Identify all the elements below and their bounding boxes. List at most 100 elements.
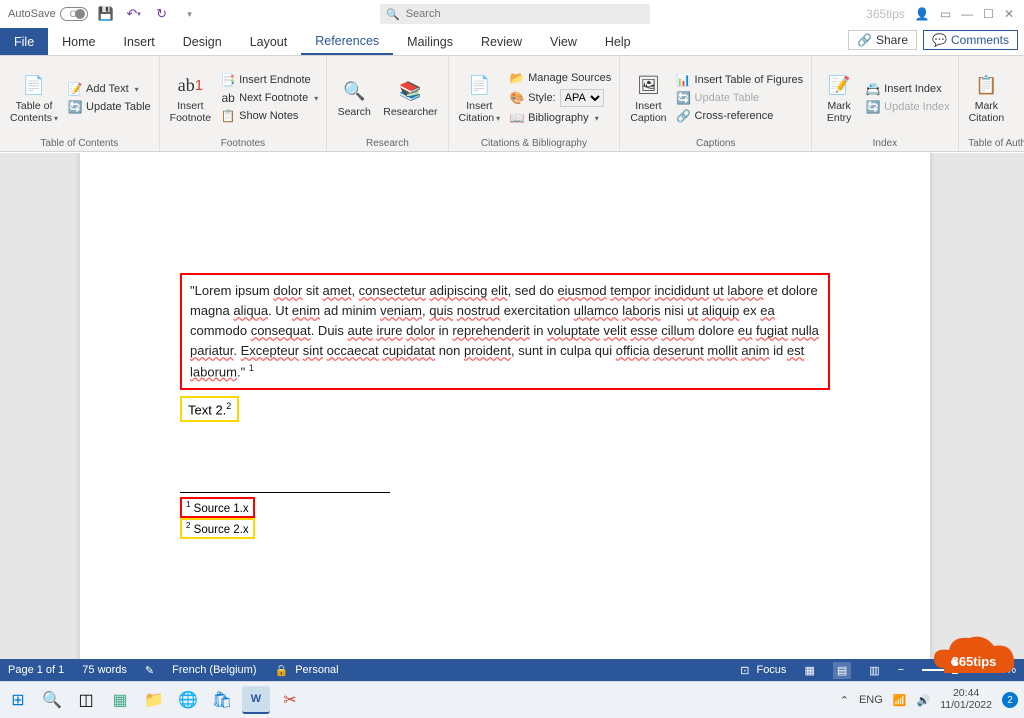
tab-references[interactable]: References: [301, 28, 393, 55]
zoom-out-icon[interactable]: −: [898, 664, 904, 676]
update-index-button[interactable]: 🔄Update Index: [864, 99, 951, 115]
brand-label: 365tips: [866, 7, 905, 21]
comments-button[interactable]: 💬Comments: [923, 30, 1018, 50]
group-captions: 🖼Insert Caption 📊Insert Table of Figures…: [620, 56, 812, 151]
next-footnote-button[interactable]: abNext Footnote: [219, 90, 320, 106]
add-text-icon: 📝: [68, 82, 82, 96]
undo-icon[interactable]: ↶▾: [126, 6, 142, 22]
mark-citation-button[interactable]: 📋Mark Citation: [965, 60, 1009, 136]
qat-dropdown-icon[interactable]: ▾: [182, 6, 198, 22]
update-toc-button[interactable]: 🔄Update Table: [66, 99, 153, 115]
language-indicator[interactable]: French (Belgium): [172, 664, 256, 676]
wifi-icon[interactable]: 📶: [893, 694, 907, 707]
autosave-toggle[interactable]: AutoSave Off: [8, 7, 82, 21]
taskview-icon[interactable]: ◫: [72, 686, 100, 714]
tab-review[interactable]: Review: [467, 28, 536, 55]
taskbar-search-icon[interactable]: 🔍: [38, 686, 66, 714]
update-icon: 🔄: [68, 100, 82, 114]
bibliography-button[interactable]: 📖Bibliography: [508, 110, 613, 126]
store-icon[interactable]: 🛍: [208, 686, 236, 714]
word-icon[interactable]: W: [242, 686, 270, 714]
tab-help[interactable]: Help: [591, 28, 645, 55]
widgets-icon[interactable]: ▦: [106, 686, 134, 714]
cross-reference-button[interactable]: 🔗Cross-reference: [675, 108, 806, 124]
web-layout-icon[interactable]: ▥: [869, 664, 879, 677]
group-index: 📝Mark Entry 📇Insert Index 🔄Update Index …: [812, 56, 958, 151]
tray-datetime[interactable]: 20:4411/01/2022: [940, 688, 992, 711]
spellcheck-icon[interactable]: ✎: [145, 664, 154, 677]
print-layout-icon[interactable]: ▤: [833, 662, 851, 679]
snip-icon[interactable]: ✂: [276, 686, 304, 714]
tray-lang[interactable]: ENG: [859, 694, 883, 706]
tab-file[interactable]: File: [0, 28, 48, 55]
show-notes-button[interactable]: 📋Show Notes: [219, 108, 320, 124]
tab-layout[interactable]: Layout: [236, 28, 302, 55]
volume-icon[interactable]: 🔊: [917, 694, 931, 707]
insert-citation-button[interactable]: 📄Insert Citation: [455, 60, 505, 136]
taskbar: ⊞ 🔍 ◫ ▦ 📁 🌐 🛍 W ✂ ⌃ ENG 📶 🔊 20:4411/01/2…: [0, 681, 1024, 718]
caption-icon: 🖼: [634, 71, 662, 99]
tray-chevron-icon[interactable]: ⌃: [840, 694, 849, 707]
group-toa: 📋Mark Citation 📑 Table of Authoriti...: [959, 56, 1024, 151]
group-citations: 📄Insert Citation 📂Manage Sources 🎨Style:…: [449, 56, 621, 151]
personal-label[interactable]: 🔒Personal: [275, 664, 339, 677]
ribbon-tabs: File Home Insert Design Layout Reference…: [0, 28, 1024, 56]
account-icon[interactable]: 👤: [915, 7, 930, 21]
footnote-2: 2 Source 2.x: [180, 518, 255, 539]
svg-text:365tips: 365tips: [952, 654, 997, 669]
add-text-button[interactable]: 📝Add Text: [66, 81, 153, 97]
search-icon: 🔍: [386, 8, 400, 21]
maximize-icon[interactable]: ☐: [983, 7, 994, 21]
word-count[interactable]: 75 words: [82, 664, 127, 676]
tab-view[interactable]: View: [536, 28, 591, 55]
focus-mode[interactable]: ⊡Focus: [740, 664, 786, 677]
update-captions-button[interactable]: 🔄Update Table: [675, 90, 806, 106]
citation-style-select[interactable]: 🎨Style:APA: [508, 88, 613, 108]
save-icon[interactable]: 💾: [98, 6, 114, 22]
style-dropdown[interactable]: APA: [560, 89, 604, 107]
ribbon-options-icon[interactable]: ▭: [940, 7, 951, 21]
share-button[interactable]: 🔗Share: [848, 30, 917, 50]
paragraph-1-highlight: "Lorem ipsum dolor sit amet, consectetur…: [180, 273, 830, 390]
page-indicator[interactable]: Page 1 of 1: [8, 664, 64, 676]
ribbon: 📄Table of Contents 📝Add Text 🔄Update Tab…: [0, 56, 1024, 152]
insert-index-button[interactable]: 📇Insert Index: [864, 81, 951, 97]
toc-icon: 📄: [20, 71, 48, 99]
tof-icon: 📊: [677, 73, 691, 87]
autosave-label: AutoSave: [8, 8, 56, 20]
tab-home[interactable]: Home: [48, 28, 109, 55]
manage-sources-button[interactable]: 📂Manage Sources: [508, 70, 613, 86]
tab-mailings[interactable]: Mailings: [393, 28, 467, 55]
tab-design[interactable]: Design: [169, 28, 236, 55]
insert-toa-button[interactable]: 📑: [1012, 60, 1024, 136]
researcher-button[interactable]: 📚Researcher: [379, 60, 441, 136]
search-input[interactable]: [406, 8, 644, 20]
edge-icon[interactable]: 🌐: [174, 686, 202, 714]
tab-insert[interactable]: Insert: [110, 28, 169, 55]
notifications-icon[interactable]: 2: [1002, 692, 1018, 708]
close-icon[interactable]: ✕: [1004, 7, 1014, 21]
search-button[interactable]: 🔍Search: [333, 60, 375, 136]
update-index-icon: 🔄: [866, 100, 880, 114]
minimize-icon[interactable]: —: [961, 7, 973, 21]
page[interactable]: "Lorem ipsum dolor sit amet, consectetur…: [80, 153, 930, 668]
explorer-icon[interactable]: 📁: [140, 686, 168, 714]
insert-footnote-button[interactable]: ab1Insert Footnote: [166, 60, 215, 136]
redo-icon[interactable]: ↻: [154, 6, 170, 22]
start-icon[interactable]: ⊞: [4, 686, 32, 714]
autosave-state: Off: [70, 9, 82, 19]
next-footnote-icon: ab: [221, 91, 235, 105]
read-mode-icon[interactable]: ▦: [804, 664, 814, 677]
window-controls: 365tips 👤 ▭ — ☐ ✕: [866, 7, 1024, 21]
footnote-separator: [180, 492, 390, 493]
update-captions-icon: 🔄: [677, 91, 691, 105]
mark-entry-button[interactable]: 📝Mark Entry: [818, 60, 860, 136]
insert-endnote-button[interactable]: 📑Insert Endnote: [219, 72, 320, 88]
search-box[interactable]: 🔍: [380, 4, 650, 24]
insert-caption-button[interactable]: 🖼Insert Caption: [626, 60, 670, 136]
footnote-1: 1 Source 1.x: [180, 497, 255, 518]
toc-button[interactable]: 📄Table of Contents: [6, 60, 62, 136]
insert-tof-button[interactable]: 📊Insert Table of Figures: [675, 72, 806, 88]
group-toc: 📄Table of Contents 📝Add Text 🔄Update Tab…: [0, 56, 160, 151]
mark-citation-icon: 📋: [972, 71, 1000, 99]
